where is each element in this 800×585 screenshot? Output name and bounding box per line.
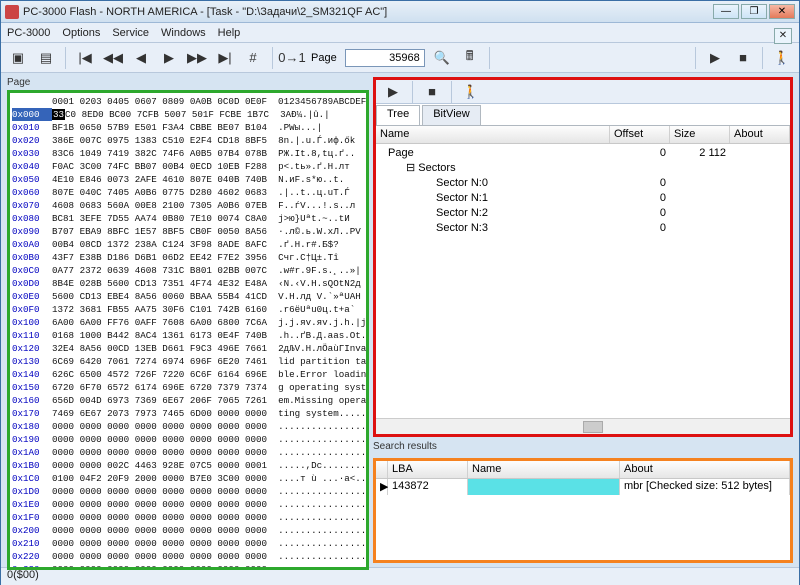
- hex-row[interactable]: 0x0504E10 E846 0073 2AFE 4610 807E 040B …: [12, 173, 364, 186]
- search-results-label: Search results: [373, 441, 793, 452]
- hex-viewer[interactable]: 0001 0203 0405 0607 0809 0A0B 0C0D 0E0F …: [7, 90, 369, 570]
- search-results-panel: LBA Name About ▶ 143872 mbr [Checked siz…: [373, 458, 793, 563]
- hex-row[interactable]: 0x2200000 0000 0000 0000 0000 0000 0000 …: [12, 550, 364, 563]
- play2-icon[interactable]: ▶: [382, 81, 404, 103]
- hex-row[interactable]: 0x140626C 6500 4572 726F 7220 6C6F 6164 …: [12, 368, 364, 381]
- grid-icon[interactable]: #: [242, 47, 264, 69]
- exit-icon[interactable]: 🚶: [771, 47, 793, 69]
- sr-lba: 143872: [388, 479, 468, 495]
- hex-row[interactable]: 0x1800000 0000 0000 0000 0000 0000 0000 …: [12, 420, 364, 433]
- menu-service[interactable]: Service: [112, 27, 149, 39]
- page-input[interactable]: [345, 49, 425, 67]
- tree-row[interactable]: Page02 112: [376, 146, 790, 161]
- hex-row[interactable]: 0x0704608 0683 560A 00E8 2100 7305 A0B6 …: [12, 199, 364, 212]
- row-pointer-icon: ▶: [376, 479, 388, 495]
- sr-name: [468, 479, 620, 495]
- toolbar: ▣ ▤ |◀ ◀◀ ◀ ▶ ▶▶ ▶| # 0→1 Page 🔍 🖩 ▶ ■ 🚶: [1, 43, 799, 73]
- col-name[interactable]: Name: [376, 126, 610, 143]
- sr-col-name[interactable]: Name: [468, 461, 620, 478]
- hex-row[interactable]: 0x2100000 0000 0000 0000 0000 0000 0000 …: [12, 537, 364, 550]
- hex-row[interactable]: 0x0D08B4E 028B 5600 CD13 7351 4F74 4E32 …: [12, 277, 364, 290]
- hex-row[interactable]: 0x1506720 6F70 6572 6174 696E 6720 7379 …: [12, 381, 364, 394]
- hex-row[interactable]: 0x1900000 0000 0000 0000 0000 0000 0000 …: [12, 433, 364, 446]
- tree-body[interactable]: Page02 112⊟ SectorsSector N:00Sector N:1…: [376, 144, 790, 418]
- last-page-icon[interactable]: ▶|: [214, 47, 236, 69]
- stop2-icon[interactable]: ■: [421, 81, 443, 103]
- structure-panel: ▶ ■ 🚶 Tree BitView Name Offset Size Abou…: [373, 77, 793, 437]
- hex-row[interactable]: 0x1A00000 0000 0000 0000 0000 0000 0000 …: [12, 446, 364, 459]
- hex-row[interactable]: 0x1E00000 0000 0000 0000 0000 0000 0000 …: [12, 498, 364, 511]
- titlebar: PC-3000 Flash - NORTH AMERICA - [Task - …: [1, 1, 799, 23]
- minimize-button[interactable]: —: [713, 4, 739, 19]
- hex-row[interactable]: 0x2000000 0000 0000 0000 0000 0000 0000 …: [12, 524, 364, 537]
- menu-options[interactable]: Options: [62, 27, 100, 39]
- h-scrollbar[interactable]: [376, 418, 790, 434]
- hex-row[interactable]: 0x0A000B4 08CD 1372 238A C124 3F98 8ADE …: [12, 238, 364, 251]
- page-label: Page: [311, 52, 337, 64]
- hex-row[interactable]: 0x1306C69 6420 7061 7274 6974 696F 6E20 …: [12, 355, 364, 368]
- exit2-icon[interactable]: 🚶: [460, 81, 482, 103]
- next-page-icon[interactable]: ▶: [158, 47, 180, 69]
- hex-row[interactable]: 0x1006A00 6A00 FF76 0AFF 7608 6A00 6800 …: [12, 316, 364, 329]
- hex-row[interactable]: 0x1100168 1000 B442 8AC4 1361 6173 0E4F …: [12, 329, 364, 342]
- menubar: PC-3000 Options Service Windows Help ✕: [1, 23, 799, 43]
- sr-about: mbr [Checked size: 512 bytes]: [620, 479, 790, 495]
- status-text: 0($00): [7, 569, 39, 581]
- tree-row[interactable]: Sector N:20: [376, 206, 790, 221]
- hex-row[interactable]: 0x0F01372 3681 FB55 AA75 30F6 C101 742B …: [12, 303, 364, 316]
- first-page-icon[interactable]: |◀: [74, 47, 96, 69]
- mdi-close-button[interactable]: ✕: [774, 28, 792, 44]
- prev-fast-icon[interactable]: ◀◀: [102, 47, 124, 69]
- col-offset[interactable]: Offset: [610, 126, 670, 143]
- hex-row[interactable]: 0x1F00000 0000 0000 0000 0000 0000 0000 …: [12, 511, 364, 524]
- task2-icon[interactable]: ▤: [35, 47, 57, 69]
- col-size[interactable]: Size: [670, 126, 730, 143]
- hex-row[interactable]: 0x03083C6 1049 7419 382C 74F6 A0B5 07B4 …: [12, 147, 364, 160]
- play-icon[interactable]: ▶: [704, 47, 726, 69]
- hex-row[interactable]: 0x00033C0 8ED0 BC00 7CFB 5007 501F FCBE …: [12, 108, 364, 121]
- menu-windows[interactable]: Windows: [161, 27, 206, 39]
- hex-row[interactable]: 0x1C00100 04F2 20F9 2000 0000 B7E0 3C00 …: [12, 472, 364, 485]
- window-title: PC-3000 Flash - NORTH AMERICA - [Task - …: [23, 6, 713, 18]
- tab-bitview[interactable]: BitView: [422, 105, 480, 125]
- menu-help[interactable]: Help: [218, 27, 241, 39]
- hex-row[interactable]: 0x080BC81 3EFE 7D55 AA74 0B80 7E10 0074 …: [12, 212, 364, 225]
- tree-row[interactable]: ⊟ Sectors: [376, 161, 790, 176]
- search-result-row[interactable]: ▶ 143872 mbr [Checked size: 512 bytes]: [376, 479, 790, 495]
- hex-row[interactable]: 0x160656D 004D 6973 7369 6E67 206F 7065 …: [12, 394, 364, 407]
- tab-tree[interactable]: Tree: [376, 105, 420, 125]
- menu-pc3000[interactable]: PC-3000: [7, 27, 50, 39]
- hex-row[interactable]: 0x0B043F7 E38B D186 D6B1 06D2 EE42 F7E2 …: [12, 251, 364, 264]
- hex-row[interactable]: 0x090B707 EBA9 8BFC 1E57 8BF5 CB0F 0050 …: [12, 225, 364, 238]
- hex-row[interactable]: 0x0E05600 CD13 EBE4 8A56 0060 BBAA 55B4 …: [12, 290, 364, 303]
- hex-row[interactable]: 0x0C00A77 2372 0639 4608 731C B801 02BB …: [12, 264, 364, 277]
- hex-row[interactable]: 0x020386E 007C 0975 1383 C510 E2F4 CD18 …: [12, 134, 364, 147]
- prev-page-icon[interactable]: ◀: [130, 47, 152, 69]
- maximize-button[interactable]: ❐: [741, 4, 767, 19]
- hex-header: 0001 0203 0405 0607 0809 0A0B 0C0D 0E0F …: [52, 95, 364, 108]
- tree-row[interactable]: Sector N:10: [376, 191, 790, 206]
- hex-row[interactable]: 0x2300000 0000 0000 0000 0000 0000 0000 …: [12, 563, 364, 570]
- hex-row[interactable]: 0x1B00000 0000 002C 4463 928E 07C5 0000 …: [12, 459, 364, 472]
- hex-row[interactable]: 0x040F0AC 3C00 74FC BB07 00B4 0ECD 10EB …: [12, 160, 364, 173]
- tree-row[interactable]: Sector N:00: [376, 176, 790, 191]
- goto-icon[interactable]: 0→1: [281, 47, 303, 69]
- task-icon[interactable]: ▣: [7, 47, 29, 69]
- calc-icon[interactable]: 🖩: [459, 47, 481, 69]
- sr-col-lba[interactable]: LBA: [388, 461, 468, 478]
- hex-row[interactable]: 0x060807E 040C 7405 A0B6 0775 D280 4602 …: [12, 186, 364, 199]
- page-section-label: Page: [7, 77, 369, 88]
- hex-row[interactable]: 0x1707469 6E67 2073 7973 7465 6D00 0000 …: [12, 407, 364, 420]
- tree-row[interactable]: Sector N:30: [376, 221, 790, 236]
- stop-icon[interactable]: ■: [732, 47, 754, 69]
- hex-row[interactable]: 0x1D00000 0000 0000 0000 0000 0000 0000 …: [12, 485, 364, 498]
- col-about[interactable]: About: [730, 126, 790, 143]
- app-icon: [5, 5, 19, 19]
- next-fast-icon[interactable]: ▶▶: [186, 47, 208, 69]
- sr-col-about[interactable]: About: [620, 461, 790, 478]
- hex-row[interactable]: 0x12032E4 8A56 00CD 13EB D661 F9C3 496E …: [12, 342, 364, 355]
- close-button[interactable]: ✕: [769, 4, 795, 19]
- search-icon[interactable]: 🔍: [431, 47, 453, 69]
- hex-row[interactable]: 0x010BF1B 0650 57B9 E501 F3A4 CBBE BE07 …: [12, 121, 364, 134]
